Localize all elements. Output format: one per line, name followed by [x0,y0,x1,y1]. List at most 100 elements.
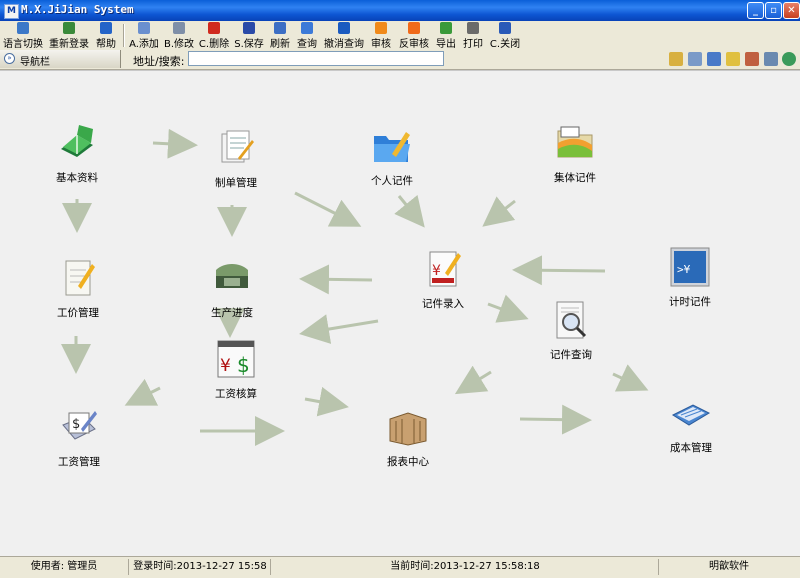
rate-doc-icon [65,260,95,296]
app-icon: M [4,4,19,19]
settings-icon[interactable] [745,52,759,66]
node-order-management[interactable]: 制单管理 [191,128,281,190]
navigation-bar-tab[interactable]: » 导航栏 [0,50,121,68]
globe-icon[interactable] [782,52,796,66]
add-icon [138,22,150,34]
delete-icon [208,22,220,34]
cancel-query-button[interactable]: 撤消查询 [322,22,366,50]
entry-doc-icon: ¥ [429,251,461,287]
window-title: M.X.JiJian System [21,3,134,16]
calc-money-icon: ¥ $ [217,340,255,378]
export-icon [440,22,452,34]
refresh-icon [274,22,286,34]
status-current-time: 当前时间:2013-12-27 15:58:18 [272,559,659,575]
print-icon [467,22,479,34]
save-button[interactable]: S.保存 [233,22,265,50]
audit-icon [375,22,387,34]
language-icon [17,22,29,34]
refresh-button[interactable]: 刷新 [268,22,292,50]
arrow [512,255,606,286]
node-wage-management[interactable]: $ 工资管理 [34,407,124,469]
toolbar: 语言切换 重新登录 帮助 A.添加 B.修改 C.删除 S.保存 刷新 查询 撤… [0,21,800,51]
address-bar: » 导航栏 地址/搜索: [0,50,800,70]
arrow [482,196,516,227]
audit-button[interactable]: 审核 [369,22,393,50]
arrow [487,294,529,323]
edit-icon [173,22,185,34]
group-folder-icon [557,126,593,158]
arrow [294,191,362,227]
status-company: 明歆软件 [709,561,749,572]
chevron-icon: » [4,53,15,64]
book-icon [61,125,93,157]
node-group-piece[interactable]: 集体记件 [530,123,620,185]
arrow [124,378,161,406]
print-button[interactable]: 打印 [461,22,485,50]
help-icon [100,22,112,34]
unaudit-icon [408,22,420,34]
node-piece-query[interactable]: 记件查询 [526,300,616,362]
workflow-canvas: 基本资料 制单管理 个人记件 集体记件 工价管理 生产进度 ¥ 记件录入 >¥ … [0,70,800,556]
svg-text:>¥: >¥ [677,263,691,276]
arrow [612,364,649,392]
query-button[interactable]: 查询 [295,22,319,50]
tool-icon-1[interactable] [669,52,683,66]
arrow [519,404,592,435]
phone-icon [216,264,248,288]
close-window-button[interactable]: ✕ [783,2,800,19]
svg-text:¥: ¥ [220,356,231,376]
save-icon [243,22,255,34]
language-switch-button[interactable]: 语言切换 [2,22,44,50]
export-button[interactable]: 导出 [434,22,458,50]
node-wage-calculation[interactable]: ¥ $ 工资核算 [191,339,281,401]
tool-icon-3[interactable] [707,52,721,66]
add-button[interactable]: A.添加 [128,22,160,50]
relogin-button[interactable]: 重新登录 [48,22,90,50]
relogin-icon [63,22,75,34]
arrow [394,194,425,228]
node-cost-management[interactable]: 成本管理 [646,393,736,455]
magnifier-doc-icon [556,301,587,339]
svg-text:$: $ [237,353,250,377]
svg-text:¥: ¥ [432,263,441,279]
cancel-query-icon [338,22,350,34]
wage-icon: $ [62,411,97,440]
pencil-icon[interactable] [726,52,740,66]
unaudit-button[interactable]: 反审核 [397,22,431,50]
arrow [454,365,492,395]
query-icon [301,22,313,34]
node-report-center[interactable]: 报表中心 [363,407,453,469]
arrow [304,386,349,417]
maximize-button[interactable]: ▫ [765,2,782,19]
svg-text:$: $ [72,417,80,432]
status-login-time: 登录时间:2013-12-27 15:58 [130,559,271,575]
arrow [299,314,379,344]
node-personal-piece[interactable]: 个人记件 [347,126,437,188]
status-user: 使用者: 管理员 [0,559,129,575]
timer-screen-icon: >¥ [670,247,710,287]
node-timed-piece[interactable]: >¥ 计时记件 [645,247,735,309]
boxes-icon [389,412,427,446]
help-button[interactable]: 帮助 [94,22,118,50]
minimize-button[interactable]: _ [747,2,764,19]
node-basic-info[interactable]: 基本资料 [32,123,122,185]
tool-icon-2[interactable] [688,52,702,66]
status-bar: 使用者: 管理员 登录时间:2013-12-27 15:58 当前时间:2013… [0,556,800,578]
edit-button[interactable]: B.修改 [163,22,195,50]
title-bar: M M.X.JiJian System _ ▫ ✕ [0,0,800,21]
personal-folder-icon [374,132,410,162]
calendar-icon [671,404,711,426]
address-label: 地址/搜索: [133,55,185,68]
arrow [152,128,198,159]
close-app-button[interactable]: C.关闭 [488,22,522,50]
node-rate-management[interactable]: 工价管理 [33,258,123,320]
arrow [299,264,373,295]
node-piece-entry[interactable]: ¥ 记件录入 [398,249,488,311]
order-doc-icon [221,130,254,163]
delete-button[interactable]: C.删除 [198,22,230,50]
cube-icon[interactable] [764,52,778,66]
close-app-icon [499,22,511,34]
node-production-progress[interactable]: 生产进度 [187,258,277,320]
address-input[interactable] [188,51,444,66]
toolbar-separator [123,24,125,47]
